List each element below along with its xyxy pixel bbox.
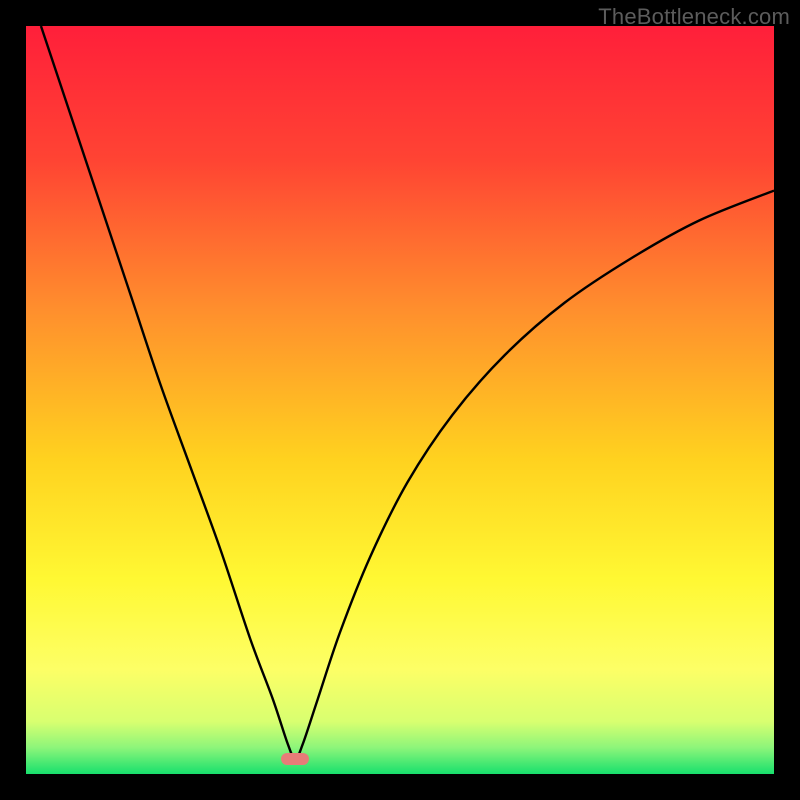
optimum-marker [281, 753, 309, 765]
gradient-background [26, 26, 774, 774]
chart-frame [26, 26, 774, 774]
bottleneck-chart [26, 26, 774, 774]
